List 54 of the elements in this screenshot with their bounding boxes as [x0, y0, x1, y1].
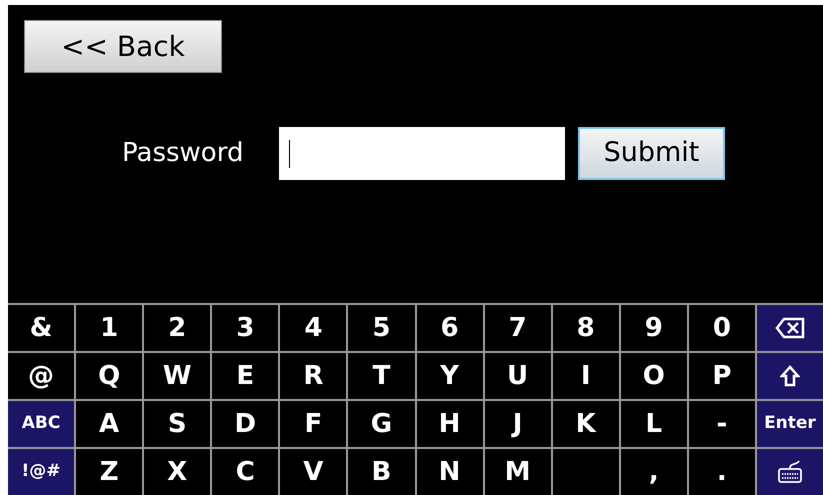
- key[interactable]: 5: [348, 305, 414, 351]
- key[interactable]: 7: [484, 305, 551, 351]
- key[interactable]: 4: [280, 305, 346, 351]
- key[interactable]: D: [212, 401, 278, 447]
- key[interactable]: P: [688, 353, 755, 399]
- key[interactable]: 6: [416, 305, 483, 351]
- key[interactable]: U: [484, 353, 551, 399]
- key[interactable]: 0: [688, 305, 755, 351]
- hide-keyboard-key[interactable]: [756, 449, 823, 495]
- key[interactable]: J: [484, 401, 551, 447]
- key[interactable]: Y: [416, 353, 483, 399]
- password-field[interactable]: [279, 127, 565, 180]
- key[interactable]: ABC: [8, 401, 74, 447]
- key[interactable]: M: [484, 449, 551, 495]
- key[interactable]: Z: [76, 449, 142, 495]
- key[interactable]: G: [348, 401, 414, 447]
- keyboard-icon: [776, 459, 803, 485]
- key[interactable]: I: [552, 353, 619, 399]
- key[interactable]: W: [144, 353, 210, 399]
- key[interactable]: 2: [144, 305, 210, 351]
- key[interactable]: .: [688, 449, 755, 495]
- key[interactable]: F: [280, 401, 346, 447]
- key[interactable]: V: [280, 449, 346, 495]
- key[interactable]: E: [212, 353, 278, 399]
- key[interactable]: B: [348, 449, 414, 495]
- submit-button[interactable]: Submit: [578, 127, 725, 180]
- key[interactable]: 8: [552, 305, 619, 351]
- key[interactable]: Enter: [756, 401, 823, 447]
- key[interactable]: L: [620, 401, 687, 447]
- key[interactable]: N: [416, 449, 483, 495]
- key[interactable]: O: [620, 353, 687, 399]
- key[interactable]: ,: [620, 449, 687, 495]
- key[interactable]: 1: [76, 305, 142, 351]
- key[interactable]: S: [144, 401, 210, 447]
- key[interactable]: C: [212, 449, 278, 495]
- shift-arrow-icon: [780, 365, 800, 387]
- key[interactable]: Q: [76, 353, 142, 399]
- key[interactable]: R: [280, 353, 346, 399]
- password-label: Password: [122, 137, 244, 170]
- key[interactable]: 3: [212, 305, 278, 351]
- key[interactable]: &: [8, 305, 74, 351]
- key[interactable]: T: [348, 353, 414, 399]
- backspace-icon: [774, 317, 805, 339]
- back-button[interactable]: << Back: [24, 20, 222, 73]
- backspace-key[interactable]: [756, 305, 823, 351]
- key[interactable]: H: [416, 401, 483, 447]
- key[interactable]: K: [552, 401, 619, 447]
- key[interactable]: !@#: [8, 449, 74, 495]
- key[interactable]: -: [688, 401, 755, 447]
- key[interactable]: X: [144, 449, 210, 495]
- shift-key[interactable]: [756, 353, 823, 399]
- key[interactable]: 9: [620, 305, 687, 351]
- key[interactable]: A: [76, 401, 142, 447]
- key[interactable]: @: [8, 353, 74, 399]
